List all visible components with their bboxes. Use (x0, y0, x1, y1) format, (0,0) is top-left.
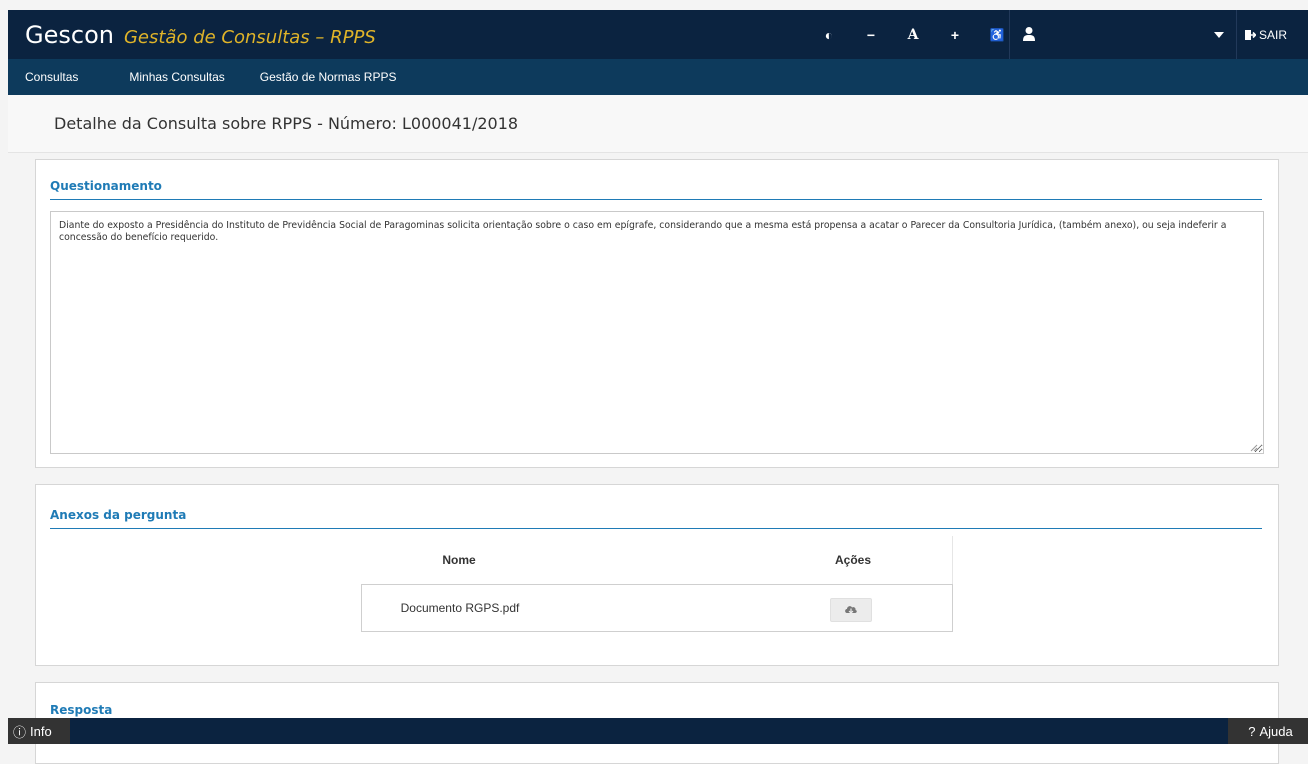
logout-button[interactable]: SAIR (1244, 10, 1287, 59)
nav-item-consultas[interactable]: Consultas (25, 70, 78, 84)
table-header-row: Nome Ações (361, 536, 953, 584)
questionamento-panel: Questionamento Diante do exposto a Presi… (35, 159, 1279, 468)
user-icon (1023, 27, 1035, 41)
column-header-acoes: Ações (754, 536, 953, 584)
top-header: Gescon Gestão de Consultas – RPPS ◐ − A … (8, 10, 1308, 59)
help-button[interactable]: ? Ajuda (1228, 718, 1308, 744)
page-header: Detalhe da Consulta sobre RPPS - Número:… (8, 95, 1308, 153)
anexos-table: Nome Ações Documento RGPS.pdf (361, 536, 953, 632)
info-label: Info (30, 723, 52, 739)
questionamento-textarea[interactable]: Diante do exposto a Presidência do Insti… (50, 211, 1264, 454)
contrast-icon[interactable]: ◐ (808, 27, 850, 43)
logout-icon (1245, 29, 1256, 40)
accessibility-toolbar: ◐ − A + ♿ (808, 10, 1018, 59)
nav-item-minhas-consultas[interactable]: Minhas Consultas (129, 70, 224, 84)
anexos-panel: Anexos da pergunta Nome Ações Documento … (35, 484, 1279, 666)
column-header-blank (557, 536, 755, 584)
section-title-anexos: Anexos da pergunta (50, 508, 1262, 529)
nav-item-gestao-normas[interactable]: Gestão de Normas RPPS (260, 70, 397, 84)
download-button[interactable] (830, 598, 872, 622)
logout-label: SAIR (1259, 27, 1288, 42)
info-icon: ⓘ (13, 724, 27, 740)
info-button[interactable]: ⓘ Info (8, 718, 70, 744)
section-title-questionamento: Questionamento (50, 179, 1262, 200)
main-nav: Consultas Minhas Consultas Gestão de Nor… (8, 59, 1308, 95)
brand-name: Gescon (25, 20, 114, 49)
attachment-name[interactable]: Documento RGPS.pdf (362, 585, 558, 631)
user-menu[interactable] (1009, 10, 1237, 59)
table-row: Documento RGPS.pdf (361, 584, 953, 632)
column-header-nome: Nome (361, 536, 558, 584)
help-label: Ajuda (1259, 723, 1293, 739)
chevron-down-icon (1214, 32, 1224, 38)
actions-cell (755, 585, 952, 631)
increase-font-icon[interactable]: + (934, 27, 976, 43)
download-cloud-icon (845, 606, 857, 614)
help-icon: ? (1248, 723, 1256, 739)
page-title: Detalhe da Consulta sobre RPPS - Número:… (54, 114, 519, 133)
brand[interactable]: Gescon Gestão de Consultas – RPPS (25, 21, 376, 49)
brand-subtitle: Gestão de Consultas – RPPS (123, 26, 376, 48)
decrease-font-icon[interactable]: − (850, 27, 892, 43)
default-font-icon[interactable]: A (892, 27, 934, 43)
resize-grip-icon[interactable] (1250, 444, 1258, 452)
footer-bar: ⓘ Info ? Ajuda (8, 718, 1308, 744)
